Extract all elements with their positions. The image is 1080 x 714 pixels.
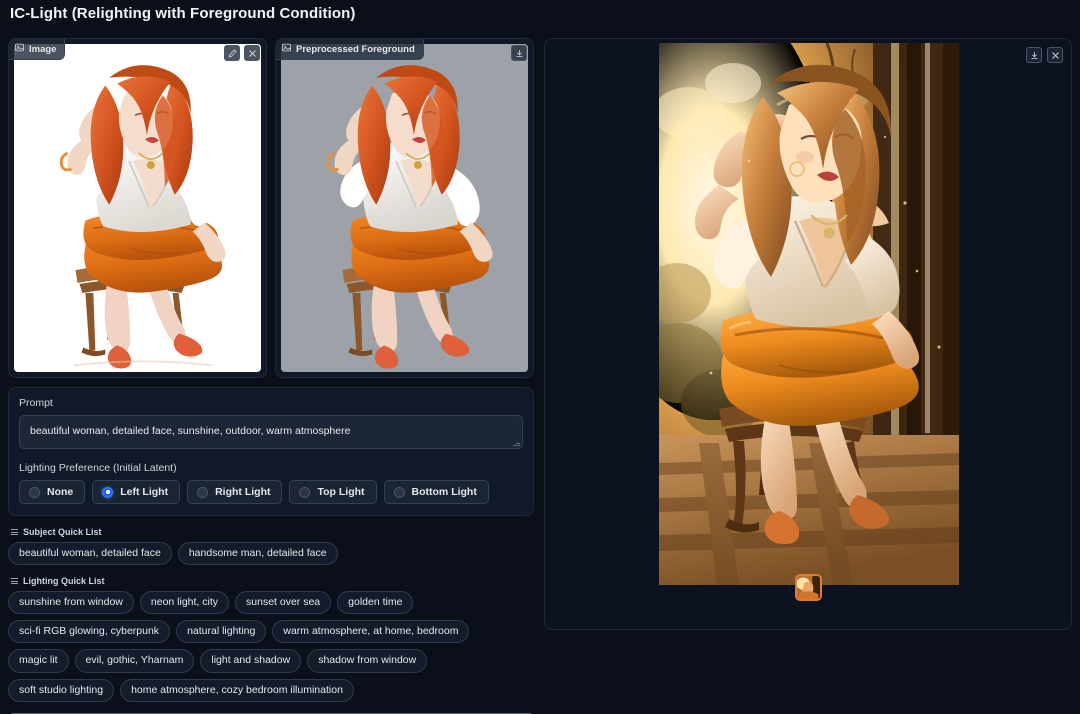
foreground-image-actions xyxy=(511,45,527,61)
radio-none-label: None xyxy=(47,486,73,498)
subject-chip[interactable]: handsome man, detailed face xyxy=(178,542,338,565)
radio-dot-icon xyxy=(29,487,40,498)
lighting-chip[interactable]: shadow from window xyxy=(307,649,427,672)
lighting-quick-list: sunshine from window neon light, city su… xyxy=(8,591,524,702)
input-artwork xyxy=(14,44,261,371)
foreground-image-label-text: Preprocessed Foreground xyxy=(296,44,415,55)
input-image-actions xyxy=(224,45,260,61)
list-icon xyxy=(11,529,18,535)
lighting-chip[interactable]: natural lighting xyxy=(176,620,266,643)
preprocessed-foreground-card[interactable]: Preprocessed Foreground xyxy=(275,38,534,378)
lighting-chip[interactable]: sci-fi RGB glowing, cyberpunk xyxy=(8,620,170,643)
download-icon[interactable] xyxy=(511,45,527,61)
lighting-chip[interactable]: soft studio lighting xyxy=(8,679,114,702)
radio-dot-icon xyxy=(197,487,208,498)
lighting-preference-label: Lighting Preference (Initial Latent) xyxy=(19,462,523,474)
spacer xyxy=(19,449,523,462)
input-image-label-text: Image xyxy=(29,44,56,55)
input-image-card[interactable]: Image xyxy=(8,38,267,378)
ic-light-app: IC-Light (Relighting with Foreground Con… xyxy=(0,0,1080,714)
lighting-quick-list-label: Lighting Quick List xyxy=(23,576,105,586)
left-column: Image xyxy=(8,38,534,714)
radio-bottom-light[interactable]: Bottom Light xyxy=(384,480,489,504)
subject-chip[interactable]: beautiful woman, detailed face xyxy=(8,542,172,565)
subject-quick-list-label: Subject Quick List xyxy=(23,527,102,537)
edit-icon[interactable] xyxy=(224,45,240,61)
subject-quick-list-header: Subject Quick List xyxy=(11,527,534,537)
radio-right-light-label: Right Light xyxy=(215,486,270,498)
foreground-image-label: Preprocessed Foreground xyxy=(276,39,424,60)
lighting-chip[interactable]: sunshine from window xyxy=(8,591,134,614)
result-gallery xyxy=(545,574,1071,601)
list-icon xyxy=(11,578,18,584)
image-icon xyxy=(282,43,291,55)
result-artwork xyxy=(659,43,959,585)
radio-dot-icon xyxy=(299,487,310,498)
lighting-chip[interactable]: home atmosphere, cozy bedroom illuminati… xyxy=(120,679,354,702)
prompt-input[interactable]: beautiful woman, detailed face, sunshine… xyxy=(19,415,523,449)
lighting-chip[interactable]: neon light, city xyxy=(140,591,229,614)
options-card: Prompt beautiful woman, detailed face, s… xyxy=(8,387,534,516)
lighting-chip[interactable]: golden time xyxy=(337,591,413,614)
radio-dot-icon xyxy=(394,487,405,498)
close-icon[interactable] xyxy=(1047,47,1063,63)
result-panel xyxy=(544,38,1072,630)
input-image-canvas xyxy=(14,44,261,372)
foreground-image-canvas xyxy=(281,44,528,372)
input-image-label: Image xyxy=(9,39,65,60)
prompt-value: beautiful woman, detailed face, sunshine… xyxy=(30,425,350,437)
resize-handle[interactable] xyxy=(512,439,520,447)
result-thumbnail-1[interactable] xyxy=(795,574,822,601)
radio-top-light-label: Top Light xyxy=(317,486,364,498)
lighting-quick-list-header: Lighting Quick List xyxy=(11,576,534,586)
radio-none[interactable]: None xyxy=(19,480,85,504)
lighting-chip[interactable]: sunset over sea xyxy=(235,591,331,614)
prompt-label: Prompt xyxy=(19,397,523,409)
lighting-chip[interactable]: warm atmosphere, at home, bedroom xyxy=(272,620,469,643)
radio-left-light[interactable]: Left Light xyxy=(92,480,180,504)
radio-dot-icon xyxy=(102,487,113,498)
close-icon[interactable] xyxy=(244,45,260,61)
lighting-chip[interactable]: magic lit xyxy=(8,649,69,672)
result-panel-actions xyxy=(1026,47,1063,63)
radio-bottom-light-label: Bottom Light xyxy=(412,486,477,498)
lighting-chip[interactable]: light and shadow xyxy=(200,649,301,672)
download-icon[interactable] xyxy=(1026,47,1042,63)
image-cards-row: Image xyxy=(8,38,534,378)
lighting-preference-radio-group: None Left Light Right Light Top Light Bo… xyxy=(19,480,523,504)
radio-right-light[interactable]: Right Light xyxy=(187,480,282,504)
image-icon xyxy=(15,43,24,55)
thumbnail-artwork xyxy=(797,576,820,599)
foreground-artwork xyxy=(281,44,528,371)
radio-left-light-label: Left Light xyxy=(120,486,168,498)
page-title: IC-Light (Relighting with Foreground Con… xyxy=(10,5,355,22)
result-image[interactable] xyxy=(659,43,959,585)
subject-quick-list: beautiful woman, detailed face handsome … xyxy=(8,542,534,565)
radio-top-light[interactable]: Top Light xyxy=(289,480,376,504)
lighting-chip[interactable]: evil, gothic, Yharnam xyxy=(75,649,195,672)
